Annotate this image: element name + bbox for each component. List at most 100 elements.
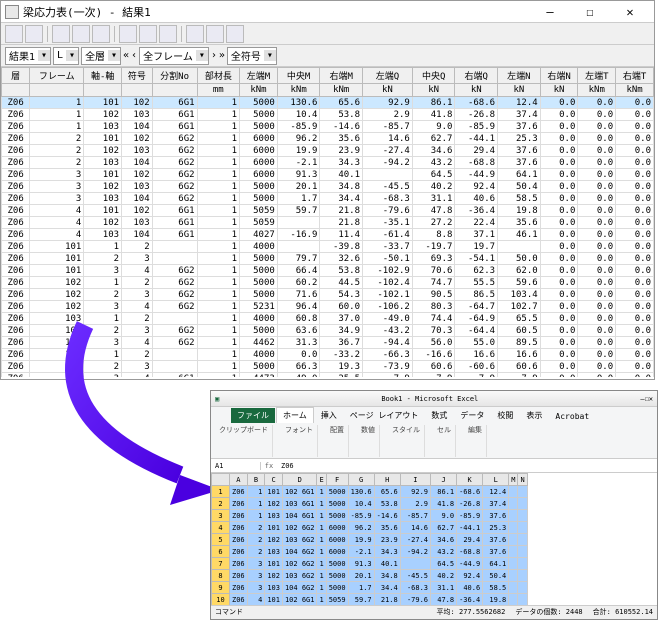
excel-cell[interactable] xyxy=(518,594,527,606)
excel-cell[interactable]: -44.1 xyxy=(457,522,483,534)
excel-row-header[interactable]: 2 xyxy=(212,498,230,510)
tb-btn-7[interactable] xyxy=(139,25,157,43)
ribbon-group[interactable]: セル xyxy=(433,425,456,457)
excel-cell[interactable]: 1 xyxy=(317,582,326,594)
excel-cell[interactable]: -45.5 xyxy=(400,570,430,582)
excel-cell[interactable]: 37.6 xyxy=(483,546,509,558)
excel-cell[interactable]: 21.8 xyxy=(374,594,400,606)
nav-next[interactable]: › xyxy=(211,50,217,61)
ribbon-tab[interactable]: 数式 xyxy=(425,408,453,423)
excel-cell[interactable]: Z06 xyxy=(230,486,248,498)
tb-btn-5[interactable] xyxy=(92,25,110,43)
excel-cell[interactable]: 37.6 xyxy=(483,510,509,522)
excel-cell[interactable]: 40.1 xyxy=(374,558,400,570)
tb-btn-8[interactable] xyxy=(159,25,177,43)
excel-cell[interactable] xyxy=(509,594,518,606)
excel-cell[interactable]: Z06 xyxy=(230,594,248,606)
ribbon-group[interactable]: 配置 xyxy=(326,425,349,457)
excel-cell[interactable]: 37.6 xyxy=(483,534,509,546)
excel-row-header[interactable]: 8 xyxy=(212,570,230,582)
excel-cell[interactable]: 103 6G2 xyxy=(282,570,317,582)
excel-cell[interactable] xyxy=(509,546,518,558)
excel-col-header[interactable]: E xyxy=(317,474,326,486)
excel-cell[interactable] xyxy=(509,558,518,570)
excel-cell[interactable]: 10.4 xyxy=(348,498,374,510)
excel-cell[interactable]: 65.6 xyxy=(374,486,400,498)
excel-cell[interactable]: -94.2 xyxy=(400,546,430,558)
excel-col-header[interactable]: N xyxy=(518,474,527,486)
formula-value[interactable]: Z06 xyxy=(277,462,657,470)
excel-cell[interactable]: 104 6G1 xyxy=(282,510,317,522)
excel-cell[interactable]: 5000 xyxy=(326,510,348,522)
excel-col-header[interactable]: A xyxy=(230,474,248,486)
col-header[interactable]: 分割No xyxy=(152,68,197,84)
excel-row[interactable]: 3Z061103104 6G115000-85.9-14.6-85.79.0-8… xyxy=(212,510,528,522)
excel-cell[interactable]: 29.4 xyxy=(457,534,483,546)
excel-cell[interactable]: Z06 xyxy=(230,522,248,534)
ribbon-group[interactable]: 編集 xyxy=(464,425,487,457)
table-row[interactable]: Z0631011026G21600091.340.164.5-44.964.10… xyxy=(2,169,654,181)
col-header[interactable]: 左端N xyxy=(498,68,541,84)
excel-row[interactable]: 10Z064101102 6G11505959.721.8-79.647.8-3… xyxy=(212,594,528,606)
nav-prev[interactable]: ‹ xyxy=(131,50,137,61)
table-row[interactable]: Z06102346G21523196.460.0-106.280.3-64.71… xyxy=(2,301,654,313)
table-row[interactable]: Z06104231500066.319.3-73.960.6-60.660.60… xyxy=(2,361,654,373)
excel-cell[interactable]: 2 xyxy=(247,546,265,558)
col-header[interactable]: 左端T xyxy=(578,68,616,84)
excel-cell[interactable] xyxy=(509,582,518,594)
excel-cell[interactable] xyxy=(509,570,518,582)
excel-cell[interactable]: 2 xyxy=(247,522,265,534)
excel-col-header[interactable]: G xyxy=(348,474,374,486)
excel-cell[interactable]: 102 6G1 xyxy=(282,594,317,606)
excel-cell[interactable]: 20.1 xyxy=(348,570,374,582)
excel-cell[interactable]: 5000 xyxy=(326,486,348,498)
excel-cell[interactable]: 59.7 xyxy=(348,594,374,606)
excel-cell[interactable]: 3 xyxy=(247,582,265,594)
table-row[interactable]: Z06103236G21500063.634.9-43.270.3-64.460… xyxy=(2,325,654,337)
excel-cell[interactable]: -26.8 xyxy=(457,498,483,510)
excel-cell[interactable]: 5000 xyxy=(326,498,348,510)
excel-cell[interactable]: 3 xyxy=(247,558,265,570)
excel-cell[interactable]: 5000 xyxy=(326,558,348,570)
excel-cell[interactable]: Z06 xyxy=(230,582,248,594)
table-row[interactable]: Z0631031046G2150001.734.4-68.331.140.658… xyxy=(2,193,654,205)
excel-row[interactable]: 7Z063101102 6G21500091.340.164.5-44.964.… xyxy=(212,558,528,570)
excel-cell[interactable]: -85.9 xyxy=(457,510,483,522)
excel-cell[interactable]: 103 xyxy=(265,582,283,594)
excel-cell[interactable] xyxy=(518,534,527,546)
excel-cell[interactable]: -68.6 xyxy=(457,486,483,498)
excel-cell[interactable]: 1 xyxy=(317,510,326,522)
excel-cell[interactable]: 86.1 xyxy=(431,486,457,498)
excel-row[interactable]: 6Z062103104 6G216000-2.134.3-94.243.2-68… xyxy=(212,546,528,558)
excel-cell[interactable]: 19.8 xyxy=(483,594,509,606)
excel-cell[interactable]: 102 xyxy=(265,498,283,510)
nav-last[interactable]: » xyxy=(219,50,225,61)
excel-cell[interactable]: 101 xyxy=(265,558,283,570)
excel-cell[interactable]: 1 xyxy=(247,510,265,522)
excel-cell[interactable]: -79.6 xyxy=(400,594,430,606)
excel-cell[interactable]: 92.4 xyxy=(457,570,483,582)
tb-btn-11[interactable] xyxy=(226,25,244,43)
table-row[interactable]: Z0621031046G216000-2.134.3-94.243.2-68.8… xyxy=(2,157,654,169)
excel-cell[interactable]: 104 6G2 xyxy=(282,546,317,558)
table-row[interactable]: Z06101231500079.732.6-50.169.3-54.150.00… xyxy=(2,253,654,265)
nav-first[interactable]: « xyxy=(123,50,129,61)
excel-col-header[interactable]: C xyxy=(265,474,283,486)
excel-cell[interactable]: 6000 xyxy=(326,522,348,534)
excel-cell[interactable]: 101 xyxy=(265,486,283,498)
tb-btn-4[interactable] xyxy=(72,25,90,43)
excel-cell[interactable]: 1 xyxy=(317,546,326,558)
ribbon-tab[interactable]: ファイル xyxy=(231,408,275,423)
minimize-button[interactable]: — xyxy=(530,2,570,22)
excel-cell[interactable] xyxy=(518,582,527,594)
col-header[interactable]: 右端T xyxy=(616,68,654,84)
excel-cell[interactable]: 41.8 xyxy=(431,498,457,510)
excel-row[interactable]: 8Z063102103 6G21500020.134.8-45.540.292.… xyxy=(212,570,528,582)
excel-cell[interactable]: 2 xyxy=(247,534,265,546)
excel-cell[interactable]: 96.2 xyxy=(348,522,374,534)
fx-icon[interactable]: fx xyxy=(261,462,277,470)
excel-cell[interactable] xyxy=(400,558,430,570)
excel-cell[interactable]: 5000 xyxy=(326,570,348,582)
excel-col-header[interactable]: M xyxy=(509,474,518,486)
excel-cell[interactable]: -85.9 xyxy=(348,510,374,522)
